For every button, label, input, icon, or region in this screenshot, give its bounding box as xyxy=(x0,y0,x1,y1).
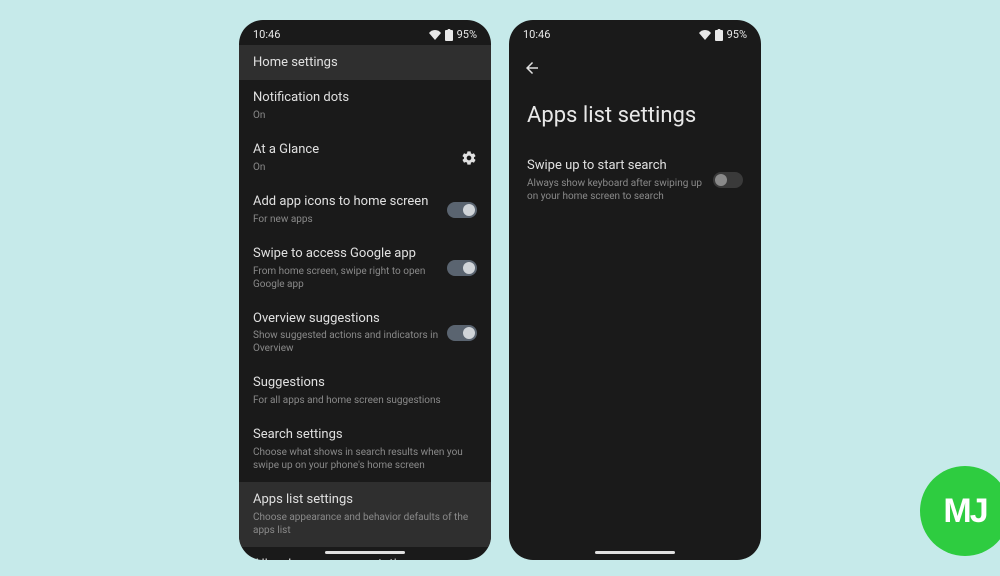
setting-title: Swipe to access Google app xyxy=(253,246,439,263)
setting-title: Overview suggestions xyxy=(253,311,439,328)
status-icons: 95% xyxy=(429,28,477,41)
setting-subtitle: On xyxy=(253,161,453,174)
watermark-logo: MJ xyxy=(920,466,1000,556)
setting-subtitle: For new apps xyxy=(253,213,439,226)
setting-title: Add app icons to home screen xyxy=(253,194,439,211)
back-button[interactable] xyxy=(509,45,761,85)
setting-add-app-icons[interactable]: Add app icons to home screen For new app… xyxy=(239,184,491,236)
page-title: Apps list settings xyxy=(509,85,761,148)
setting-title: Notification dots xyxy=(253,90,477,107)
phone-screen-home-settings: 10:46 95% Home settings Notification dot… xyxy=(239,20,491,560)
setting-swipe-up-search[interactable]: Swipe up to start search Always show key… xyxy=(509,148,761,213)
setting-title: Swipe up to start search xyxy=(527,158,705,175)
battery-icon xyxy=(715,29,723,41)
status-time: 10:46 xyxy=(523,28,550,41)
setting-title: Apps list settings xyxy=(253,492,477,509)
setting-title: At a Glance xyxy=(253,142,453,159)
setting-title: Search settings xyxy=(253,427,477,444)
status-icons: 95% xyxy=(699,28,747,41)
setting-apps-list-settings[interactable]: Apps list settings Choose appearance and… xyxy=(239,482,491,547)
status-bar: 10:46 95% xyxy=(509,20,761,45)
setting-subtitle: For all apps and home screen suggestions xyxy=(253,394,477,407)
setting-overview-suggestions[interactable]: Overview suggestions Show suggested acti… xyxy=(239,301,491,366)
setting-subtitle: Always show keyboard after swiping up on… xyxy=(527,177,705,203)
status-time: 10:46 xyxy=(253,28,280,41)
setting-subtitle: Show suggested actions and indicators in… xyxy=(253,329,439,355)
arrow-back-icon xyxy=(523,59,541,77)
toggle-switch[interactable] xyxy=(713,172,743,188)
toggle-switch[interactable] xyxy=(447,260,477,276)
logo-text: MJ xyxy=(943,492,986,531)
setting-subtitle: On xyxy=(253,109,477,122)
toggle-switch[interactable] xyxy=(447,202,477,218)
battery-percent: 95% xyxy=(457,28,477,41)
battery-percent: 95% xyxy=(727,28,747,41)
phone-screen-apps-list-settings: 10:46 95% Apps list settings Swipe up to… xyxy=(509,20,761,560)
setting-swipe-google[interactable]: Swipe to access Google app From home scr… xyxy=(239,236,491,301)
battery-icon xyxy=(445,29,453,41)
wifi-icon xyxy=(429,30,441,40)
setting-subtitle: Choose appearance and behavior defaults … xyxy=(253,511,477,537)
wifi-icon xyxy=(699,30,711,40)
setting-at-a-glance[interactable]: At a Glance On xyxy=(239,132,491,184)
navigation-bar[interactable] xyxy=(325,551,405,554)
toggle-switch[interactable] xyxy=(447,325,477,341)
header-title: Home settings xyxy=(239,45,491,80)
settings-list: Notification dots On At a Glance On Add … xyxy=(239,80,491,560)
setting-title: Allow home screen rotation xyxy=(253,557,439,560)
navigation-bar[interactable] xyxy=(595,551,675,554)
setting-notification-dots[interactable]: Notification dots On xyxy=(239,80,491,132)
setting-subtitle: From home screen, swipe right to open Go… xyxy=(253,265,439,291)
setting-search-settings[interactable]: Search settings Choose what shows in sea… xyxy=(239,417,491,482)
setting-subtitle: Choose what shows in search results when… xyxy=(253,446,477,472)
status-bar: 10:46 95% xyxy=(239,20,491,45)
setting-title: Suggestions xyxy=(253,375,477,392)
setting-suggestions[interactable]: Suggestions For all apps and home screen… xyxy=(239,365,491,417)
gear-icon[interactable] xyxy=(461,150,477,166)
